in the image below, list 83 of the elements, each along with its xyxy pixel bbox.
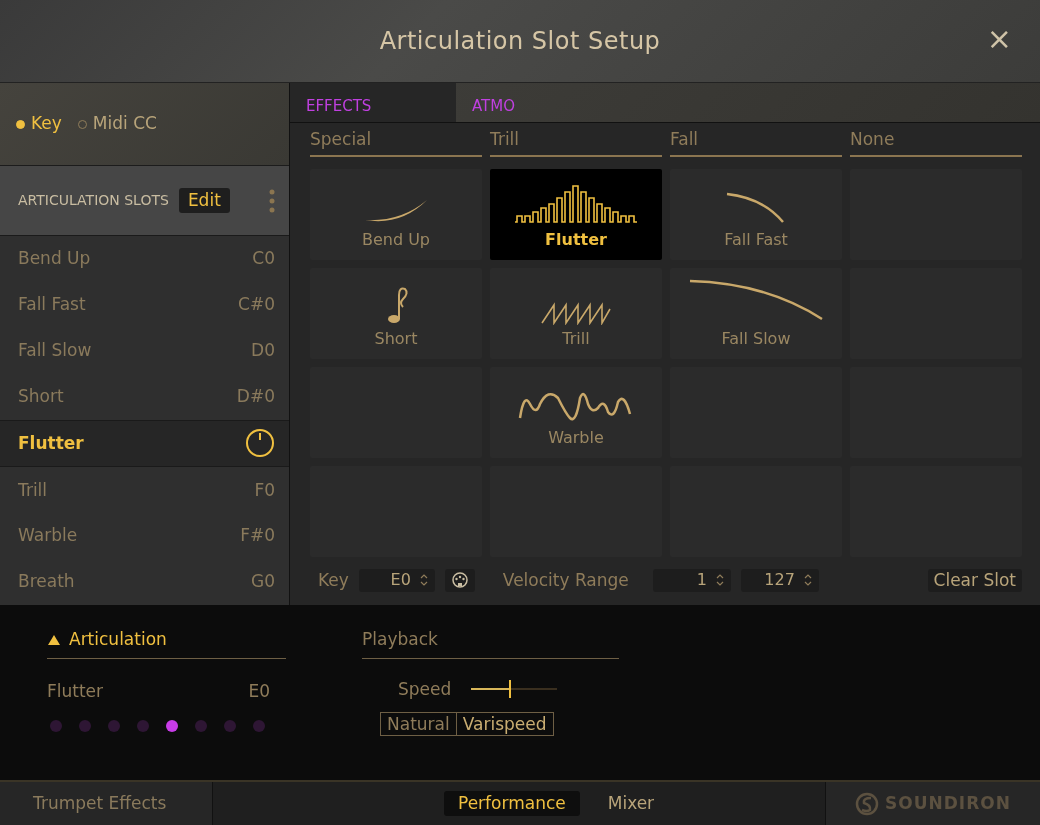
articulation-tile[interactable]: Short [310, 267, 482, 359]
instrument-name: Trumpet Effects [0, 782, 213, 825]
tab[interactable]: ATMO [456, 83, 622, 122]
articulation-tile[interactable]: Trill [490, 267, 662, 359]
articulation-tile[interactable]: Fall Fast [670, 168, 842, 260]
slot-name: Bend Up [18, 247, 91, 271]
radio-option[interactable]: Key [16, 111, 62, 137]
slot-item[interactable]: Warble F#0 [0, 513, 289, 560]
view-tab[interactable]: Performance [444, 791, 580, 816]
page-dot[interactable] [137, 720, 149, 732]
edit-button[interactable]: Edit [178, 188, 230, 213]
spinner-value: 1 [696, 569, 707, 592]
stepper-icon [418, 573, 429, 588]
slot-item[interactable]: Fall Fast C#0 [0, 281, 289, 328]
slider-thumb[interactable] [509, 680, 512, 699]
slider-label: Speed [398, 677, 452, 701]
articulation-key: E0 [248, 678, 270, 704]
stepper-icon [714, 573, 725, 588]
page-dot[interactable] [108, 720, 120, 732]
learn-button[interactable] [444, 568, 475, 592]
slot-item[interactable]: Flutter [0, 419, 289, 468]
category-heading: Special [310, 127, 482, 157]
slot-item[interactable]: Bend Up C0 [0, 236, 289, 282]
section-title: Articulation [69, 628, 167, 651]
slot-key: F0 [254, 477, 275, 504]
page-dot[interactable] [253, 720, 265, 732]
category-heading: Trill [490, 127, 662, 157]
articulation-tile[interactable]: Flutter [490, 168, 662, 260]
section-heading: ARTICULATION SLOTS [18, 191, 169, 210]
speed-slider[interactable] [471, 680, 558, 699]
spinner-value: E0 [390, 569, 411, 592]
articulation-name: Flutter [47, 679, 104, 703]
field-label: Key [318, 568, 349, 592]
midi-icon [450, 571, 469, 590]
slot-name: Flutter [18, 431, 84, 455]
mode-option[interactable]: Natural [381, 713, 456, 735]
category-heading: Fall [670, 127, 842, 157]
slot-name: Short [18, 384, 64, 408]
view-tab[interactable]: Mixer [593, 791, 669, 816]
slot-key: G0 [251, 569, 275, 595]
articulation-tile[interactable]: Warble [490, 366, 662, 458]
page-dot[interactable] [195, 720, 207, 732]
knob-icon [245, 428, 275, 459]
slot-name: Fall Fast [18, 293, 86, 317]
field-label: Velocity Range [502, 568, 629, 592]
bars-icon [513, 183, 639, 226]
more-icon[interactable] [269, 188, 275, 213]
slot-name: Trill [18, 478, 48, 502]
clear-slot-button[interactable]: Clear Slot [927, 568, 1022, 592]
page-dot[interactable] [50, 720, 62, 732]
slot-key: F#0 [240, 523, 275, 549]
number-spinner[interactable]: E0 [358, 568, 435, 592]
zigzag-icon [540, 300, 612, 325]
slot-key: C0 [252, 246, 275, 272]
slot-item[interactable]: Short D#0 [0, 373, 289, 420]
slot-item[interactable]: Trill F0 [0, 467, 289, 514]
articulation-tile[interactable]: Fall Slow [670, 267, 842, 359]
page-dot[interactable] [79, 720, 91, 732]
slot-key: C#0 [238, 292, 275, 318]
slot-key: D0 [251, 337, 275, 364]
number-spinner[interactable]: 127 [740, 568, 819, 592]
stepper-icon [802, 573, 813, 588]
section-title: Playback [362, 628, 438, 651]
radio-dot[interactable] [16, 119, 25, 129]
articulation-tile[interactable]: Bend Up [310, 168, 482, 260]
slot-name: Warble [18, 524, 78, 548]
close-button[interactable]: × [986, 24, 1012, 54]
slot-name: Fall Slow [18, 338, 92, 362]
page-dot[interactable] [224, 720, 236, 732]
page-dot[interactable] [166, 720, 178, 732]
slot-name: Breath [18, 570, 75, 594]
logo-icon [855, 791, 880, 816]
window-title: Articulation Slot Setup [379, 26, 661, 56]
number-spinner[interactable]: 1 [652, 568, 731, 592]
mode-option[interactable]: Varispeed [455, 713, 553, 735]
slot-item[interactable]: Fall Slow D0 [0, 327, 289, 374]
spinner-value: 127 [764, 569, 795, 592]
radio-option[interactable]: Midi CC [77, 111, 157, 137]
slot-item[interactable]: Breath G0 [0, 559, 289, 605]
triangle-icon [47, 633, 61, 646]
tab[interactable]: EFFECTS [290, 83, 456, 122]
slot-key: D#0 [236, 383, 275, 410]
category-heading: None [850, 127, 1022, 157]
